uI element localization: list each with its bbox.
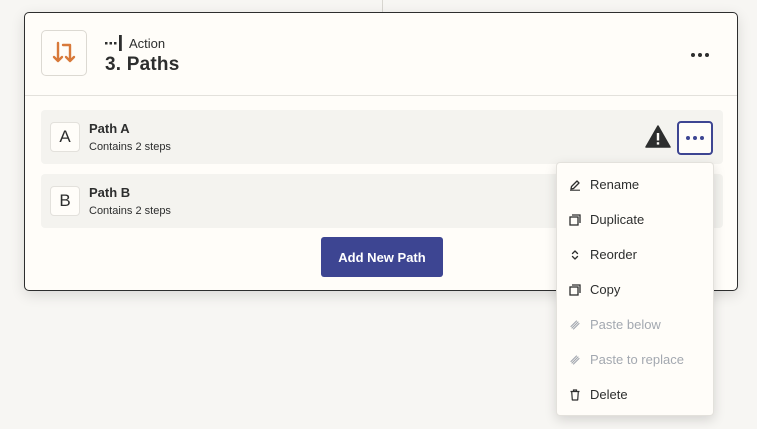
- menu-item-paste-to-replace: Paste to replace: [557, 342, 713, 377]
- path-step-count: Contains 2 steps: [89, 141, 171, 153]
- action-step-icon: [105, 35, 122, 51]
- step-title: 3. Paths: [105, 54, 180, 75]
- step-kind-label: Action: [129, 35, 166, 51]
- paste-icon: [569, 319, 581, 331]
- menu-item-label: Copy: [590, 282, 621, 297]
- more-options-icon: [686, 136, 704, 140]
- path-step-count: Contains 2 steps: [89, 205, 171, 217]
- duplicate-icon: [569, 213, 581, 226]
- copy-icon: [569, 283, 581, 296]
- path-name: Path A: [89, 121, 130, 136]
- path-row-a[interactable]: A Path A Contains 2 steps: [41, 110, 723, 164]
- step-header: Action 3. Paths: [25, 13, 737, 96]
- step-kind: Action: [105, 35, 165, 51]
- path-letter-badge: A: [50, 122, 80, 152]
- path-letter-badge: B: [50, 186, 80, 216]
- workflow-connector-line: [382, 0, 383, 12]
- step-more-options-button[interactable]: [685, 45, 715, 65]
- menu-item-label: Delete: [590, 387, 628, 402]
- menu-item-label: Paste below: [590, 317, 661, 332]
- trash-icon: [569, 388, 581, 401]
- path-context-menu: Rename Duplicate Reorder Copy Paste belo…: [556, 162, 714, 416]
- menu-item-reorder[interactable]: Reorder: [557, 237, 713, 272]
- menu-item-rename[interactable]: Rename: [557, 167, 713, 202]
- more-options-icon: [691, 53, 709, 57]
- paths-arrows-icon: [41, 30, 87, 76]
- menu-item-delete[interactable]: Delete: [557, 377, 713, 412]
- path-name: Path B: [89, 185, 131, 200]
- add-new-path-button[interactable]: Add New Path: [321, 237, 443, 277]
- path-more-options-button[interactable]: [677, 121, 713, 155]
- menu-item-copy[interactable]: Copy: [557, 272, 713, 307]
- paste-icon: [569, 354, 581, 366]
- menu-item-label: Rename: [590, 177, 640, 192]
- menu-item-label: Reorder: [590, 247, 637, 262]
- pencil-icon: [569, 179, 581, 191]
- menu-item-label: Duplicate: [590, 212, 645, 227]
- menu-item-duplicate[interactable]: Duplicate: [557, 202, 713, 237]
- menu-item-paste-below: Paste below: [557, 307, 713, 342]
- warning-icon: [645, 125, 671, 148]
- menu-item-label: Paste to replace: [590, 352, 684, 367]
- reorder-icon: [569, 249, 581, 261]
